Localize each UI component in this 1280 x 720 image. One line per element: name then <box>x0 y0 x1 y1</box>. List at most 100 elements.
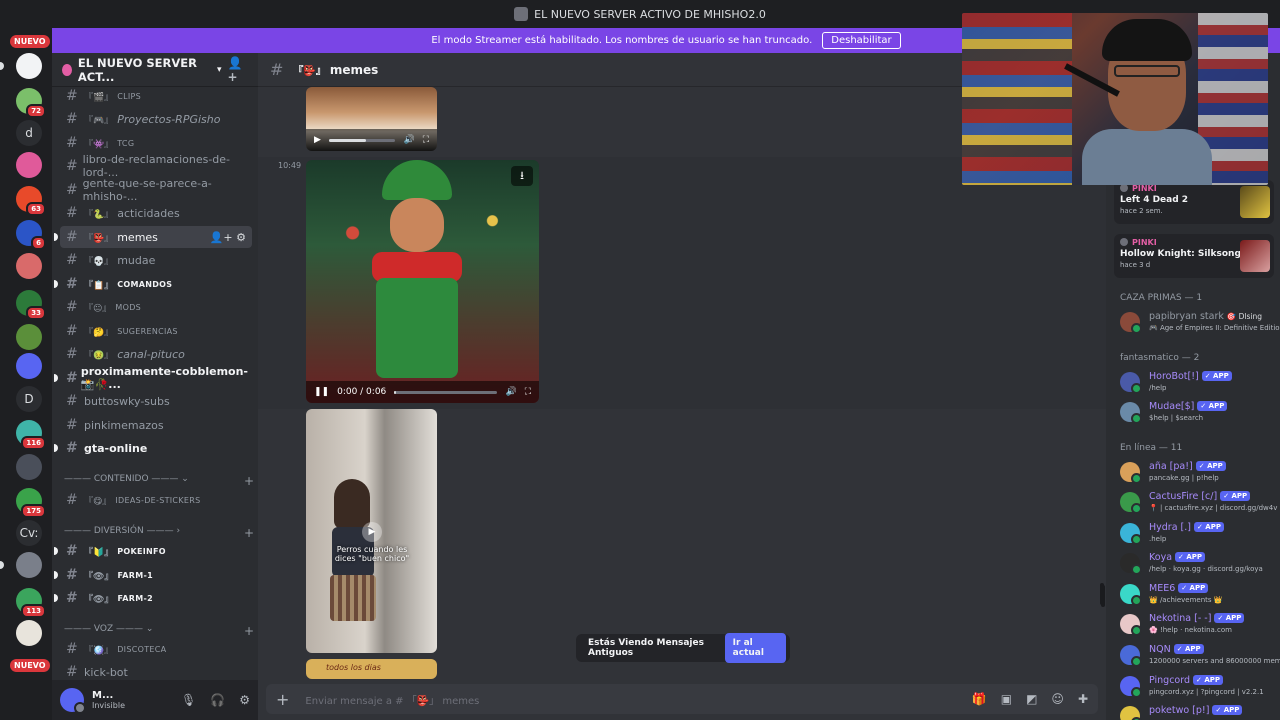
volume-icon[interactable]: 🔊 <box>505 387 516 397</box>
server-icon-7[interactable]: 33 <box>16 290 46 320</box>
member-item[interactable]: Pingcord ✓ APP pingcord.xyz | ?pingcord |… <box>1120 673 1280 701</box>
category-diversion[interactable]: ——— DIVERSIÓN ——— › + <box>64 526 254 540</box>
activity-card-2[interactable]: PINKI Hollow Knight: Silksong hace 3 d <box>1114 234 1274 278</box>
channel-sugerencias[interactable]: # 『🤔』 SUGERENCIAS <box>60 320 252 342</box>
channel-settings-icon[interactable]: 👤+ ⚙ <box>210 231 252 244</box>
channel-pinkimemazos[interactable]: # pinkimemazos <box>60 414 252 436</box>
server-icon-9[interactable] <box>16 353 42 379</box>
headphones-icon[interactable]: 🎧 <box>210 693 225 707</box>
channel-canal-pituco[interactable]: # 『🤢』 canal-pituco <box>60 343 252 365</box>
channel-proyectos[interactable]: # 『🎮』 Proyectos-RPGisho <box>60 108 252 130</box>
video-attachment-elf[interactable]: ⭳ ❚❚ 0:00 / 0:06 🔊 ⛶ <box>306 160 539 403</box>
member-item[interactable]: Nekotina [- -] ✓ APP 🌸 !help · nekotina.c… <box>1120 611 1280 639</box>
mic-icon[interactable]: 🎙 <box>181 693 196 707</box>
invite-people-icon[interactable]: 👤+ <box>227 56 248 84</box>
member-item[interactable]: poketwo [p!] ✓ APP <box>1120 703 1280 720</box>
channel-emoji: 『👾』 <box>84 139 114 150</box>
server-icon-5[interactable]: 6 <box>16 220 46 250</box>
server-icon-3[interactable] <box>16 152 42 178</box>
server-icon-D[interactable]: D <box>16 386 42 412</box>
fullscreen-icon[interactable]: ⛶ <box>525 387 531 397</box>
pause-icon[interactable]: ❚❚ <box>314 387 329 397</box>
disable-streamer-button[interactable]: Deshabilitar <box>822 32 901 49</box>
gift-icon[interactable]: 🎁 <box>972 692 987 706</box>
server-icon-2[interactable]: 72 <box>16 88 46 118</box>
fullscreen-icon[interactable]: ⛶ <box>423 135 429 145</box>
channel-pokeinfo[interactable]: # 『🔰』 POKEINFO <box>54 540 252 562</box>
sticker-icon[interactable]: ◩ <box>1026 692 1037 706</box>
member-item[interactable]: CactusFire [c/] ✓ APP 📍 | cactusfire.xyz … <box>1120 489 1280 517</box>
video-attachment-girl[interactable]: ▶ Perros cuando les dices "buen chico" <box>306 409 437 653</box>
video-attachment-top[interactable]: ▶ 🔊 ⛶ <box>306 87 437 151</box>
member-scrollbar[interactable] <box>1101 585 1105 607</box>
selected-indicator <box>54 233 58 241</box>
server-icon-8[interactable] <box>16 324 42 350</box>
member-item[interactable]: NQN ✓ APP 1200000 servers and 86000000 me… <box>1120 642 1280 670</box>
add-channel-icon[interactable]: + <box>244 624 254 638</box>
channel-libro[interactable]: # libro-de-reclamaciones-de-lord-... <box>60 153 252 179</box>
channel-discoteca[interactable]: # 『🪩』 DISCOTECA <box>60 638 252 660</box>
channel-ideas-stickers[interactable]: # 『😋』 IDEAS-DE-STICKERS <box>60 489 252 511</box>
member-item[interactable]: Hydra [.] ✓ APP .help <box>1120 520 1280 548</box>
server-icon-14[interactable]: 113 <box>16 588 46 618</box>
channel-tcg[interactable]: # 『👾』 TCG <box>60 132 252 154</box>
video-progress[interactable] <box>328 138 396 142</box>
channel-gente[interactable]: # gente-que-se-parece-a-mhisho-... <box>60 177 252 203</box>
add-attachment-icon[interactable]: + <box>276 690 289 709</box>
activity-card-1[interactable]: PINKI Left 4 Dead 2 hace 2 sem. <box>1114 180 1274 224</box>
channel-mudae[interactable]: # 『💀』 mudae <box>60 249 252 271</box>
play-icon[interactable]: ▶ <box>362 522 382 542</box>
member-item[interactable]: HoroBot[!] ✓ APP /help <box>1120 369 1280 397</box>
apps-icon[interactable]: ✚ <box>1078 692 1088 706</box>
server-icon-d[interactable]: d <box>16 120 42 146</box>
server-icon-4[interactable]: 63 <box>16 186 46 216</box>
emoji-icon[interactable]: ☺ <box>1051 692 1064 706</box>
video-attachment-next[interactable]: todos los dias <box>306 659 437 679</box>
channel-proximamente[interactable]: # proximamente-cobblemon-📸🥀... <box>54 365 252 391</box>
volume-icon[interactable]: 🔊 <box>403 135 414 145</box>
add-channel-icon[interactable]: + <box>244 526 254 540</box>
member-item[interactable]: Mudae[$] ✓ APP $help | $search <box>1120 399 1280 427</box>
member-item[interactable]: papibryan stark 🎯 Dlsing 🎮 Age of Empire… <box>1120 309 1280 337</box>
video-progress[interactable] <box>394 390 498 394</box>
user-info[interactable]: M... Invisible <box>92 690 125 710</box>
hash-icon: # <box>66 276 78 292</box>
message-composer[interactable]: + Enviar mensaje a # 「👺」 memes 🎁 ▣ ◩ ☺ ✚ <box>266 684 1098 714</box>
gif-icon[interactable]: ▣ <box>1001 692 1012 706</box>
message-input-placeholder[interactable]: Enviar mensaje a # 「👺」 memes <box>305 692 479 707</box>
member-item[interactable]: Koya ✓ APP /help · koya.gg · discord.gg/k… <box>1120 550 1280 578</box>
server-icon-cv[interactable]: Cv: <box>16 520 42 546</box>
avatar[interactable] <box>60 688 86 714</box>
channel-clips[interactable]: # 『🎬』 CLIPS <box>60 85 252 107</box>
member-item[interactable]: MEE6 ✓ APP 👑 /achievements 👑 <box>1120 581 1280 609</box>
download-icon[interactable]: ⭳ <box>511 166 533 186</box>
server-icon-10[interactable]: 116 <box>16 420 46 450</box>
channel-actividades[interactable]: # 『🐍』 acticidades <box>60 202 252 224</box>
channel-farm-2[interactable]: # 『👁』 FARM-2 <box>54 587 252 609</box>
channel-memes[interactable]: # 『👺』 memes 👤+ ⚙ <box>54 226 252 248</box>
server-icon-12[interactable]: 175 <box>16 488 46 518</box>
guild-header[interactable]: EL NUEVO SERVER ACT... ▾ 👤+ <box>52 53 258 87</box>
channel-comandos[interactable]: # 『📋』 COMANDOS <box>54 273 252 295</box>
category-voz[interactable]: ——— VOZ ——— ⌄ + <box>64 624 254 638</box>
channel-mods[interactable]: # 『😐』 MODS <box>60 296 252 318</box>
play-icon[interactable]: ▶ <box>314 135 321 145</box>
gear-icon[interactable]: ⚙ <box>239 693 250 707</box>
server-icon-13[interactable] <box>16 552 42 578</box>
server-icon-15[interactable] <box>16 620 42 646</box>
unread-pip <box>54 374 58 382</box>
channel-farm-1[interactable]: # 『👁』 FARM-1 <box>54 564 252 586</box>
hash-icon: # <box>66 323 78 339</box>
channel-gta-online[interactable]: # gta-online <box>54 437 252 459</box>
server-icon-11[interactable] <box>16 454 42 480</box>
jump-to-present-button[interactable]: Ir al actual <box>724 633 786 663</box>
server-icon-6[interactable] <box>16 253 42 279</box>
category-contenido[interactable]: ——— CONTENIDO ——— ⌄ + <box>64 474 254 488</box>
channel-emoji: 『🤔』 <box>84 327 114 338</box>
member-item[interactable]: aña [pa!] ✓ APP pancake.gg | p!help <box>1120 459 1280 487</box>
channel-label: DISCOTECA <box>117 644 167 654</box>
add-channel-icon[interactable]: + <box>244 474 254 488</box>
unread-pip <box>54 571 58 579</box>
server-icon-1[interactable] <box>16 53 42 79</box>
channel-buttoswky[interactable]: # buttoswky-subs <box>60 390 252 412</box>
